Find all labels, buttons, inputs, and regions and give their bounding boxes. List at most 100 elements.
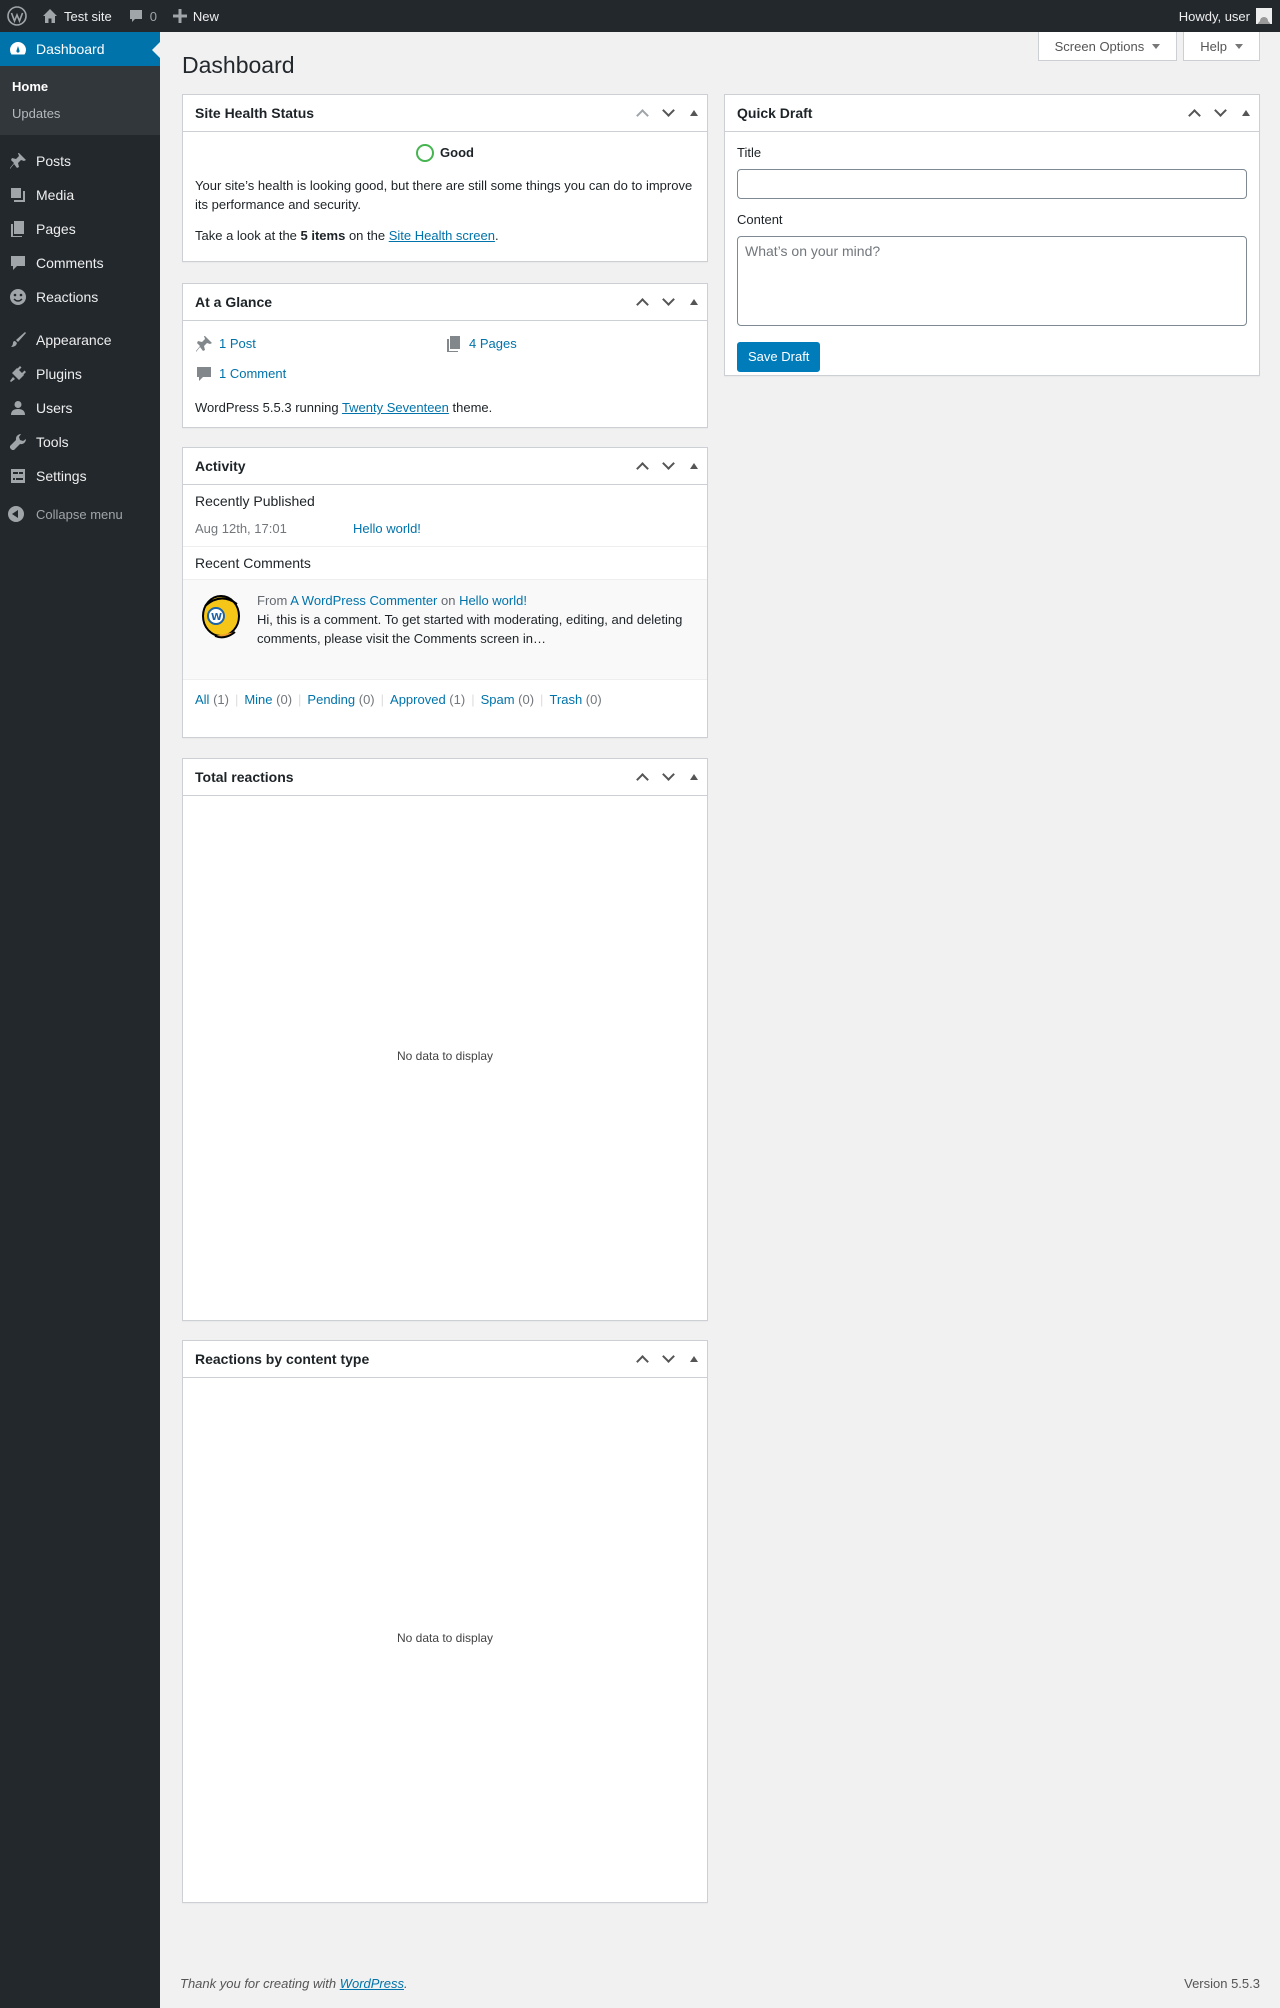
filter-trash-link[interactable]: Trash <box>549 692 582 707</box>
comment-post-link[interactable]: Hello world! <box>459 593 527 608</box>
help-button[interactable]: Help <box>1183 32 1260 61</box>
new-label: New <box>192 8 219 24</box>
sidebar-item-posts[interactable]: Posts <box>0 144 160 178</box>
screen-meta-links: Screen Options Help <box>1037 32 1260 61</box>
glance-pages-link[interactable]: 4 Pages <box>469 335 517 354</box>
filter-trash-count: (0) <box>582 691 602 707</box>
sidebar-item-media[interactable]: Media <box>0 178 160 212</box>
sidebar-label-settings: Settings <box>36 468 87 484</box>
health-items-count: 5 items <box>300 227 346 243</box>
sidebar-label-users: Users <box>36 400 73 416</box>
filter-all-link[interactable]: All <box>195 692 209 707</box>
toggle-panel-button[interactable] <box>1233 95 1259 131</box>
sidebar-item-appearance[interactable]: Appearance <box>0 323 160 357</box>
triangle-up-icon <box>690 110 698 116</box>
widget-title: Reactions by content type <box>195 1351 370 1367</box>
move-up-button[interactable] <box>629 95 655 131</box>
settings-sliders-icon <box>8 466 28 486</box>
sidebar-item-tools[interactable]: Tools <box>0 425 160 459</box>
chevron-down-icon <box>661 104 675 117</box>
move-up-button[interactable] <box>629 1341 655 1377</box>
filter-mine-count: (0) <box>272 691 293 707</box>
dashboard-submenu: Home Updates <box>0 66 160 135</box>
dashboard-gauge-icon <box>8 39 28 59</box>
widget-title: At a Glance <box>195 294 273 310</box>
move-down-button[interactable] <box>655 759 681 795</box>
move-down-button[interactable] <box>655 1341 681 1377</box>
move-down-button[interactable] <box>655 95 681 131</box>
move-down-button[interactable] <box>655 448 681 484</box>
draft-title-input[interactable] <box>737 168 1247 199</box>
filter-approved-link[interactable]: Approved <box>390 692 446 707</box>
wordpress-link[interactable]: WordPress <box>340 1976 404 1991</box>
footer-thanks: Thank you for creating with WordPress. <box>180 1976 408 1991</box>
triangle-up-icon <box>690 299 698 305</box>
filter-pending-link[interactable]: Pending <box>307 692 355 707</box>
theme-link[interactable]: Twenty Seventeen <box>342 400 449 415</box>
save-draft-button[interactable]: Save Draft <box>737 341 821 372</box>
wrench-icon <box>8 432 28 452</box>
sidebar-item-settings[interactable]: Settings <box>0 459 160 493</box>
comments-link[interactable]: 0 <box>120 0 165 32</box>
chevron-up-icon <box>635 462 649 475</box>
draft-content-label: Content <box>737 211 783 227</box>
sidebar-subitem-home[interactable]: Home <box>0 73 160 100</box>
sidebar-item-dashboard[interactable]: Dashboard <box>0 32 160 66</box>
recent-comments-heading: Recent Comments <box>195 555 311 571</box>
move-up-button[interactable] <box>629 759 655 795</box>
site-name-link[interactable]: Test site <box>34 0 120 32</box>
collapse-menu-label: Collapse menu <box>36 506 123 522</box>
toggle-panel-button[interactable] <box>681 95 707 131</box>
glance-comments-link[interactable]: 1 Comment <box>219 365 286 384</box>
sidebar-item-comments[interactable]: Comments <box>0 246 160 280</box>
footer-version: Version 5.5.3 <box>1184 1976 1260 1991</box>
move-up-button[interactable] <box>629 284 655 320</box>
toggle-panel-button[interactable] <box>681 448 707 484</box>
total-reactions-widget: Total reactions No data to display <box>182 758 708 1321</box>
toggle-panel-button[interactable] <box>681 759 707 795</box>
screen-options-button[interactable]: Screen Options <box>1037 32 1178 61</box>
health-take-look: Take a look at the <box>195 227 301 243</box>
move-down-button[interactable] <box>655 284 681 320</box>
site-health-screen-link[interactable]: Site Health screen <box>389 228 495 243</box>
collapse-menu-button[interactable]: Collapse menu <box>0 493 160 527</box>
filter-mine-link[interactable]: Mine <box>244 692 272 707</box>
new-content-link[interactable]: New <box>165 0 227 32</box>
sidebar-item-users[interactable]: Users <box>0 391 160 425</box>
chevron-down-icon <box>661 768 675 781</box>
post-title-link[interactable]: Hello world! <box>353 521 421 536</box>
draft-title-label: Title <box>737 145 762 160</box>
draft-content-textarea[interactable] <box>737 235 1247 326</box>
glance-posts-link[interactable]: 1 Post <box>219 335 256 354</box>
chevron-up-icon <box>635 773 649 786</box>
comment-bubble-icon <box>8 253 28 273</box>
move-up-button[interactable] <box>1181 95 1207 131</box>
comment-filter-links: All (1) | Mine (0) | Pending (0) | Approved (1… <box>195 691 602 707</box>
filter-spam-link[interactable]: Spam <box>481 692 515 707</box>
filter-pending-count: (0) <box>355 691 375 707</box>
move-down-button[interactable] <box>1207 95 1233 131</box>
howdy-text: Howdy, user <box>1178 8 1250 24</box>
user-avatar-icon <box>1256 8 1272 24</box>
sidebar-item-pages[interactable]: Pages <box>0 212 160 246</box>
sidebar-item-plugins[interactable]: Plugins <box>0 357 160 391</box>
version-suffix: theme. <box>448 400 493 415</box>
comment-item: W From A WordPress Commenter on Hello wo… <box>183 579 707 680</box>
health-status-label: Good <box>440 145 474 160</box>
sidebar-subitem-updates[interactable]: Updates <box>0 100 160 127</box>
my-account-link[interactable]: Howdy, user <box>1171 0 1280 32</box>
sidebar-label-plugins: Plugins <box>36 366 82 382</box>
filter-approved-count: (1) <box>445 691 466 707</box>
wordpress-logo-icon[interactable] <box>0 0 34 32</box>
commenter-link[interactable]: A WordPress Commenter <box>290 593 437 608</box>
list-item: Aug 12th, 17:01 Hello world! <box>183 517 707 546</box>
no-data-message: No data to display <box>396 1631 494 1645</box>
toggle-panel-button[interactable] <box>681 1341 707 1377</box>
triangle-up-icon <box>690 463 698 469</box>
chevron-down-icon <box>661 293 675 306</box>
sidebar-label-appearance: Appearance <box>36 332 112 348</box>
move-up-button[interactable] <box>629 448 655 484</box>
sidebar-item-reactions[interactable]: Reactions <box>0 280 160 314</box>
wp-version-line: WordPress 5.5.3 running Twenty Seventeen… <box>195 399 695 418</box>
toggle-panel-button[interactable] <box>681 284 707 320</box>
